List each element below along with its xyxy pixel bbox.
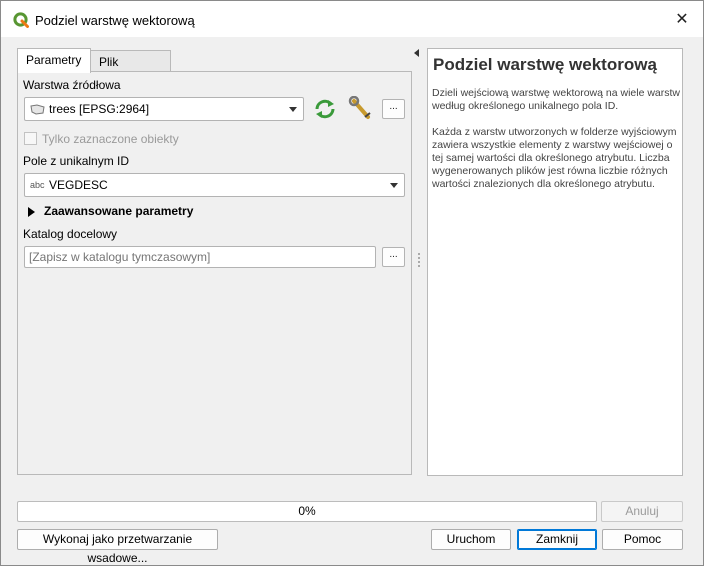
- help-title: Podziel warstwę wektorową: [433, 55, 657, 74]
- unique-field-value: VEGDESC: [49, 178, 108, 192]
- advanced-parameters-toggle[interactable]: Zaawansowane parametry: [26, 204, 226, 220]
- run-button[interactable]: Uruchom: [431, 529, 511, 550]
- help-paragraph: Każda z warstw utworzonych w folderze wy…: [432, 126, 677, 190]
- wrench-icon[interactable]: [348, 96, 374, 122]
- close-icon[interactable]: ✕: [671, 9, 693, 31]
- cancel-button[interactable]: Anuluj: [601, 501, 683, 522]
- text-field-type-icon: abc: [30, 180, 45, 190]
- help-panel: Podziel warstwę wektorową Dzieli wejścio…: [427, 48, 683, 476]
- source-layer-browse-button[interactable]: ...: [382, 99, 405, 119]
- chevron-down-icon: [390, 183, 398, 188]
- output-dir-browse-button[interactable]: ...: [382, 247, 405, 267]
- close-button[interactable]: Zamknij: [517, 529, 597, 550]
- selected-only-label: Tylko zaznaczone obiekty: [42, 132, 179, 146]
- progress-bar: 0%: [17, 501, 597, 522]
- dialog-window: Podziel warstwę wektorową ✕ Parametry Pl…: [0, 0, 704, 566]
- help-paragraph: Dzieli wejściową warstwę wektorową na wi…: [432, 87, 680, 112]
- advanced-parameters-label: Zaawansowane parametry: [44, 204, 194, 218]
- collapse-arrow-icon[interactable]: [414, 49, 419, 57]
- splitter-handle[interactable]: [418, 253, 420, 267]
- output-dir-input[interactable]: [24, 246, 376, 268]
- parameters-panel: Warstwa źródłowa trees [EPSG:2964] ... T…: [17, 71, 412, 475]
- tab-log[interactable]: Plik zdarzeń: [90, 50, 171, 91]
- tab-parametry[interactable]: Parametry: [17, 48, 91, 73]
- unique-field-label: Pole z unikalnym ID: [23, 154, 130, 168]
- source-layer-combo[interactable]: trees [EPSG:2964]: [24, 97, 304, 121]
- chevron-down-icon: [289, 107, 297, 112]
- help-body: Dzieli wejściową warstwę wektorową na wi…: [432, 87, 680, 204]
- selected-only-checkbox[interactable]: [24, 132, 37, 145]
- title-bar: Podziel warstwę wektorową ✕: [1, 1, 703, 37]
- source-layer-value: trees [EPSG:2964]: [49, 102, 150, 116]
- window-title: Podziel warstwę wektorową: [35, 13, 195, 28]
- source-layer-label: Warstwa źródłowa: [23, 78, 121, 92]
- iterate-icon[interactable]: [312, 96, 338, 122]
- output-dir-label: Katalog docelowy: [23, 227, 118, 241]
- expand-arrow-icon: [28, 207, 35, 217]
- batch-process-button[interactable]: Wykonaj jako przetwarzanie wsadowe...: [17, 529, 218, 565]
- unique-field-combo[interactable]: abc VEGDESC: [24, 173, 405, 197]
- help-button[interactable]: Pomoc: [602, 529, 683, 550]
- qgis-logo-icon: [13, 12, 29, 28]
- polygon-layer-icon: [30, 104, 45, 115]
